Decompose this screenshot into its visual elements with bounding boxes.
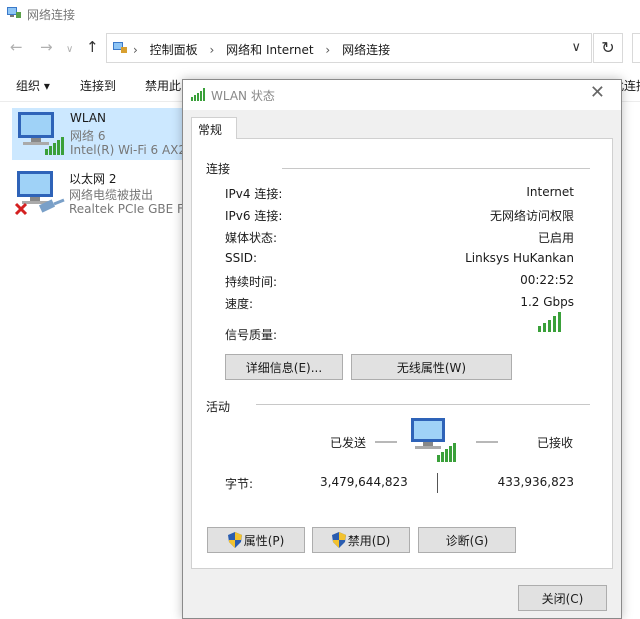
explorer-window-title: 网络连接 xyxy=(27,8,76,22)
close-button[interactable]: 关闭(C) xyxy=(518,585,607,611)
bytes-divider xyxy=(437,473,438,493)
breadcrumb-network-internet[interactable]: 网络和 Internet xyxy=(226,43,313,57)
tab-general[interactable]: 常规 xyxy=(191,117,237,139)
refresh-button[interactable]: ↻ xyxy=(593,33,623,63)
breadcrumb-control-panel[interactable]: 控制面板 xyxy=(150,43,198,57)
search-input[interactable] xyxy=(632,33,640,63)
sent-label: 已发送 xyxy=(330,436,367,450)
connection-device: Intel(R) Wi-Fi 6 AX2 xyxy=(70,143,187,157)
signal-icon xyxy=(191,88,205,101)
bytes-label: 字节: xyxy=(225,477,254,491)
sent-activity-indicator xyxy=(375,441,397,443)
uac-shield-icon xyxy=(331,532,346,548)
duration-value: 00:22:52 xyxy=(520,273,574,287)
signal-strength-icon xyxy=(538,312,561,332)
network-activity-icon xyxy=(411,418,456,462)
connection-item-wlan[interactable]: WLAN 网络 6 Intel(R) Wi-Fi 6 AX2 xyxy=(12,108,187,160)
connection-network: 网络 6 xyxy=(70,129,106,143)
received-activity-indicator xyxy=(476,441,498,443)
connection-section-label: 连接 xyxy=(206,162,231,176)
connection-name: 以太网 2 xyxy=(69,172,117,186)
speed-label: 速度: xyxy=(225,297,254,311)
disable-button-label: 禁用(D) xyxy=(347,533,391,548)
connect-to-button[interactable]: 连接到 xyxy=(80,77,116,94)
properties-button[interactable]: 属性(P) xyxy=(207,527,305,553)
back-arrow-icon[interactable]: ← xyxy=(10,39,23,55)
disable-button[interactable]: 禁用(D) xyxy=(312,527,410,553)
properties-button-label: 属性(P) xyxy=(243,533,285,548)
diagnose-button[interactable]: 诊断(G) xyxy=(418,527,516,553)
media-state-value: 已启用 xyxy=(537,231,574,245)
speed-value: 1.2 Gbps xyxy=(520,295,574,309)
address-row: ← → ∨ ↑ › 控制面板 › 网络和 Internet › 网络连接 ∨ ↻ xyxy=(0,30,640,66)
ipv4-value: Internet xyxy=(526,185,574,199)
signal-quality-label: 信号质量: xyxy=(225,328,278,342)
dialog-title-bar: WLAN 状态 ✕ xyxy=(183,80,621,110)
activity-divider xyxy=(256,404,590,405)
received-label: 已接收 xyxy=(537,436,574,450)
connection-item-ethernet[interactable]: 以太网 2 网络电缆被拔出 Realtek PCIe GBE Fa xyxy=(12,168,191,220)
ssid-value: Linksys HuKankan xyxy=(465,251,574,265)
connection-network: 网络电缆被拔出 xyxy=(69,188,154,202)
uac-shield-icon xyxy=(227,532,242,548)
wlan-status-dialog: WLAN 状态 ✕ 常规 连接 IPv4 连接: Internet IPv6 连… xyxy=(182,79,622,619)
general-panel: 连接 IPv4 连接: Internet IPv6 连接: 无网络访问权限 媒体… xyxy=(191,138,613,569)
ssid-label: SSID: xyxy=(225,251,258,265)
connection-divider xyxy=(282,168,590,169)
dialog-title: WLAN 状态 xyxy=(211,89,275,103)
organize-menu[interactable]: 组织 ▾ xyxy=(16,77,50,94)
address-dropdown-icon[interactable]: ∨ xyxy=(571,40,581,55)
ipv6-label: IPv6 连接: xyxy=(225,209,283,223)
wireless-properties-button[interactable]: 无线属性(W) xyxy=(351,354,512,380)
duration-label: 持续时间: xyxy=(225,275,278,289)
connection-name: WLAN xyxy=(70,111,107,125)
bytes-received-value: 433,936,823 xyxy=(497,475,574,489)
details-button[interactable]: 详细信息(E)... xyxy=(225,354,343,380)
forward-arrow-icon[interactable]: → xyxy=(40,39,53,55)
breadcrumb-network-connections[interactable]: 网络连接 xyxy=(342,43,390,57)
activity-section-label: 活动 xyxy=(206,400,231,414)
address-bar[interactable]: › 控制面板 › 网络和 Internet › 网络连接 ∨ xyxy=(106,33,592,63)
ipv6-value: 无网络访问权限 xyxy=(489,209,574,223)
breadcrumb: › 控制面板 › 网络和 Internet › 网络连接 xyxy=(133,43,391,57)
recent-dropdown-icon[interactable]: ∨ xyxy=(66,42,73,58)
network-folder-icon xyxy=(7,7,21,18)
disable-device-button[interactable]: 禁用此 xyxy=(145,77,181,94)
bytes-sent-value: 3,479,644,823 xyxy=(320,475,408,489)
connection-device: Realtek PCIe GBE Fa xyxy=(69,202,191,216)
up-arrow-icon[interactable]: ↑ xyxy=(86,39,99,55)
explorer-title-bar: 网络连接 xyxy=(0,0,640,30)
ethernet-adapter-icon xyxy=(14,171,65,216)
close-icon[interactable]: ✕ xyxy=(590,84,605,102)
control-panel-icon xyxy=(113,42,127,53)
media-state-label: 媒体状态: xyxy=(225,231,278,245)
wifi-adapter-icon xyxy=(18,112,64,155)
ipv4-label: IPv4 连接: xyxy=(225,187,283,201)
refresh-icon: ↻ xyxy=(601,38,615,57)
